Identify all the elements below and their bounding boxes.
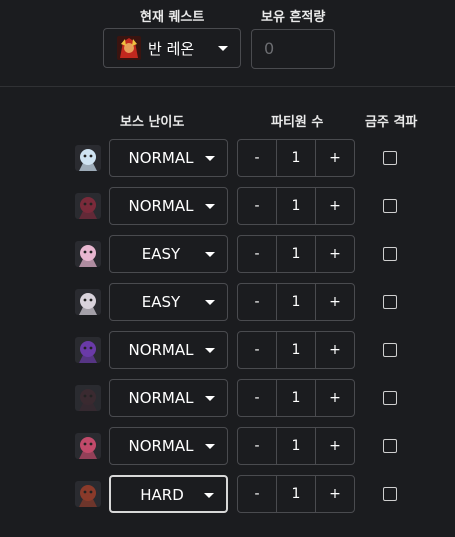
weekly-clear-checkbox[interactable] bbox=[383, 439, 397, 453]
party-size-stepper: -1 + bbox=[237, 283, 355, 321]
difficulty-value: EASY bbox=[141, 293, 181, 311]
difficulty-value: EASY bbox=[141, 245, 181, 263]
party-size-value: 1 bbox=[276, 284, 316, 320]
section-divider bbox=[0, 86, 455, 87]
chevron-down-icon bbox=[205, 252, 215, 257]
increment-button[interactable]: + bbox=[316, 284, 354, 320]
column-header-party-size: 파티원 수 bbox=[271, 115, 324, 130]
weekly-clear-checkbox[interactable] bbox=[383, 247, 397, 261]
increment-button[interactable]: + bbox=[316, 188, 354, 224]
difficulty-select[interactable]: NORMAL bbox=[109, 379, 228, 417]
boss-row: EASY -1 + bbox=[0, 235, 455, 275]
weekly-clear-checkbox[interactable] bbox=[383, 391, 397, 405]
difficulty-value: NORMAL bbox=[128, 197, 194, 215]
party-size-stepper: -1 + bbox=[237, 379, 355, 417]
decrement-button[interactable]: - bbox=[238, 236, 276, 272]
increment-button[interactable]: + bbox=[316, 380, 354, 416]
quest-boss-icon bbox=[117, 36, 141, 60]
decrement-button[interactable]: - bbox=[238, 140, 276, 176]
boss-3-icon bbox=[75, 241, 101, 267]
trace-amount-label: 보유 흔적량 bbox=[261, 10, 326, 25]
boss-row: EASY -1 + bbox=[0, 283, 455, 323]
party-size-stepper: -1 + bbox=[237, 427, 355, 465]
difficulty-value: NORMAL bbox=[128, 437, 194, 455]
weekly-clear-checkbox[interactable] bbox=[383, 151, 397, 165]
decrement-button[interactable]: - bbox=[238, 476, 276, 512]
chevron-down-icon bbox=[205, 396, 215, 401]
party-size-stepper: -1 + bbox=[237, 139, 355, 177]
chevron-down-icon bbox=[218, 46, 228, 51]
boss-2-icon bbox=[75, 193, 101, 219]
boss-5-icon bbox=[75, 337, 101, 363]
increment-button[interactable]: + bbox=[316, 332, 354, 368]
boss-row: NORMAL -1 + bbox=[0, 187, 455, 227]
chevron-down-icon bbox=[205, 204, 215, 209]
increment-button[interactable]: + bbox=[316, 476, 354, 512]
increment-button[interactable]: + bbox=[316, 236, 354, 272]
party-size-value: 1 bbox=[276, 188, 316, 224]
decrement-button[interactable]: - bbox=[238, 380, 276, 416]
boss-6-icon bbox=[75, 385, 101, 411]
column-header-difficulty: 보스 난이도 bbox=[120, 115, 185, 130]
decrement-button[interactable]: - bbox=[238, 332, 276, 368]
boss-1-icon bbox=[75, 145, 101, 171]
difficulty-value: NORMAL bbox=[128, 389, 194, 407]
party-size-value: 1 bbox=[276, 332, 316, 368]
weekly-clear-checkbox[interactable] bbox=[383, 487, 397, 501]
boss-row: HARD -1 + bbox=[0, 475, 455, 515]
party-size-value: 1 bbox=[276, 428, 316, 464]
boss-8-icon bbox=[75, 481, 101, 507]
party-size-stepper: -1 + bbox=[237, 235, 355, 273]
chevron-down-icon bbox=[205, 300, 215, 305]
weekly-clear-checkbox[interactable] bbox=[383, 343, 397, 357]
decrement-button[interactable]: - bbox=[238, 284, 276, 320]
current-quest-label: 현재 퀘스트 bbox=[140, 10, 205, 25]
difficulty-select[interactable]: NORMAL bbox=[109, 331, 228, 369]
boss-row: NORMAL -1 + bbox=[0, 331, 455, 371]
boss-row: NORMAL -1 + bbox=[0, 139, 455, 179]
trace-amount-input[interactable]: 0 bbox=[251, 29, 335, 69]
current-quest-select[interactable]: 반 레온 bbox=[103, 28, 241, 68]
difficulty-value: NORMAL bbox=[128, 341, 194, 359]
party-size-value: 1 bbox=[276, 476, 316, 512]
difficulty-select[interactable]: EASY bbox=[109, 235, 228, 273]
boss-7-icon bbox=[75, 433, 101, 459]
boss-row: NORMAL -1 + bbox=[0, 379, 455, 419]
increment-button[interactable]: + bbox=[316, 428, 354, 464]
difficulty-select[interactable]: NORMAL bbox=[109, 187, 228, 225]
difficulty-value: NORMAL bbox=[128, 149, 194, 167]
party-size-value: 1 bbox=[276, 236, 316, 272]
increment-button[interactable]: + bbox=[316, 140, 354, 176]
party-size-stepper: -1 + bbox=[237, 331, 355, 369]
chevron-down-icon bbox=[205, 348, 215, 353]
current-quest-value: 반 레온 bbox=[148, 39, 195, 58]
weekly-clear-checkbox[interactable] bbox=[383, 199, 397, 213]
column-header-weekly-clear: 금주 격파 bbox=[365, 115, 418, 130]
chevron-down-icon bbox=[205, 444, 215, 449]
chevron-down-icon bbox=[205, 156, 215, 161]
party-size-stepper: -1 + bbox=[237, 475, 355, 513]
boss-row: NORMAL -1 + bbox=[0, 427, 455, 467]
party-size-value: 1 bbox=[276, 380, 316, 416]
chevron-down-icon bbox=[204, 493, 214, 498]
difficulty-select[interactable]: HARD bbox=[109, 475, 228, 513]
party-size-stepper: -1 + bbox=[237, 187, 355, 225]
party-size-value: 1 bbox=[276, 140, 316, 176]
difficulty-value: HARD bbox=[140, 486, 184, 504]
difficulty-select[interactable]: NORMAL bbox=[109, 139, 228, 177]
difficulty-select[interactable]: NORMAL bbox=[109, 427, 228, 465]
decrement-button[interactable]: - bbox=[238, 188, 276, 224]
weekly-clear-checkbox[interactable] bbox=[383, 295, 397, 309]
decrement-button[interactable]: - bbox=[238, 428, 276, 464]
difficulty-select[interactable]: EASY bbox=[109, 283, 228, 321]
boss-4-icon bbox=[75, 289, 101, 315]
